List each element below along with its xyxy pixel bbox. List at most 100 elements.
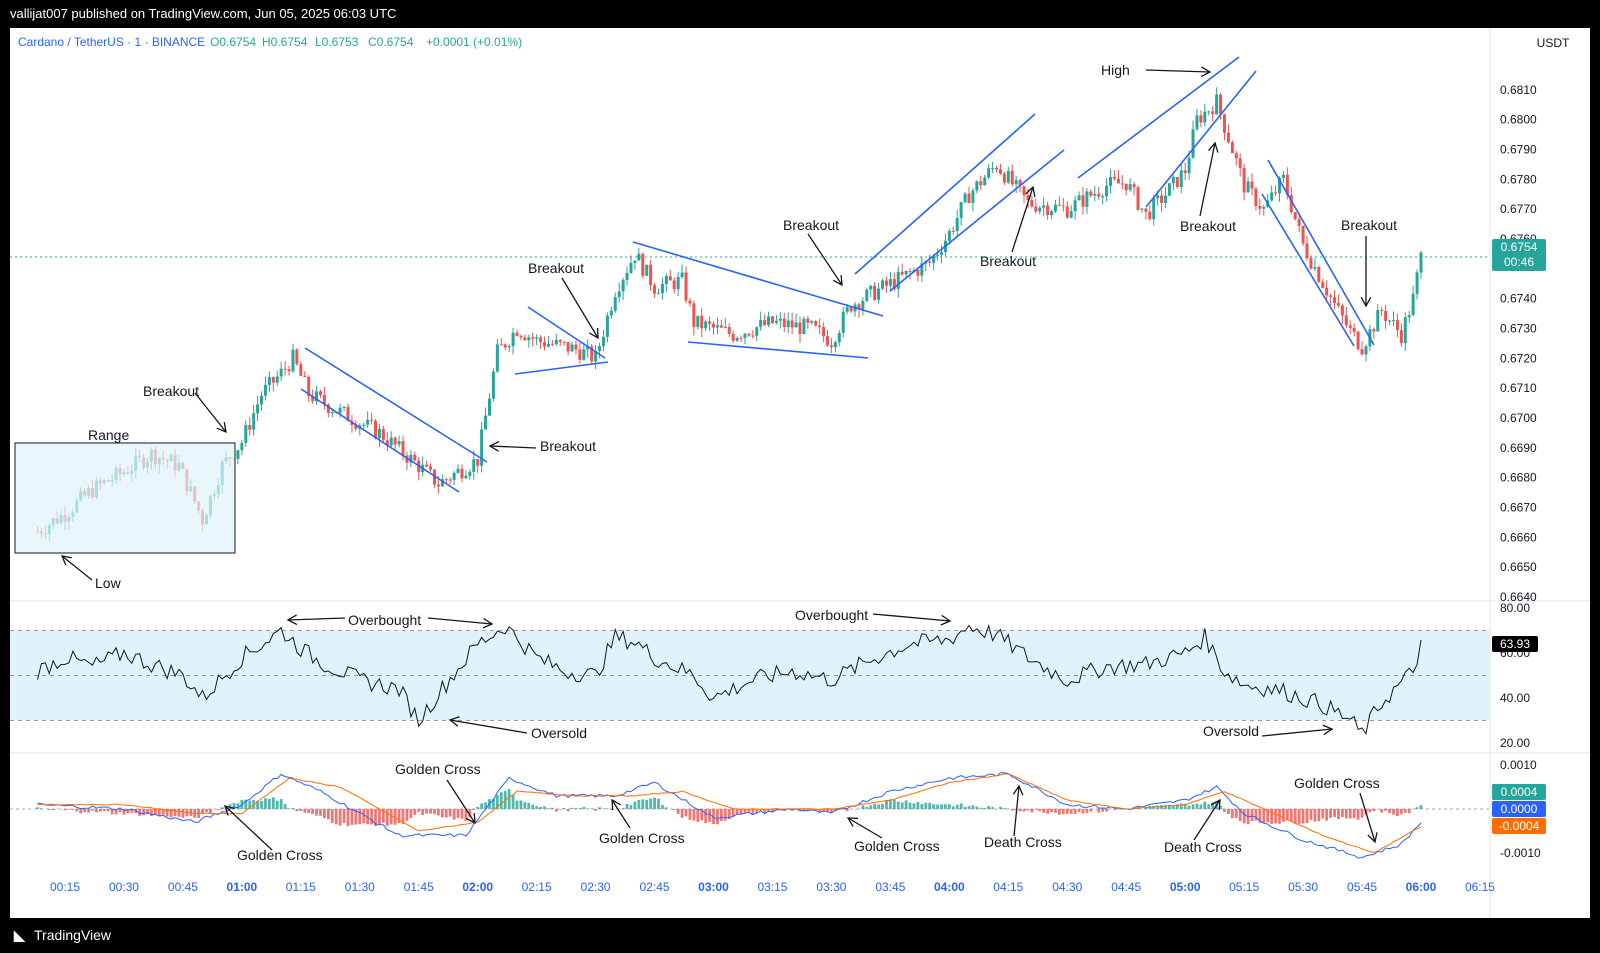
candle-body bbox=[295, 349, 299, 365]
candle-body bbox=[460, 468, 464, 479]
candle-body bbox=[1144, 208, 1148, 212]
macd-histogram-bar bbox=[566, 809, 570, 812]
candle-body bbox=[299, 364, 303, 376]
candle-body bbox=[287, 369, 291, 372]
macd-histogram-bar bbox=[1282, 809, 1285, 822]
candle-body bbox=[444, 479, 448, 481]
candle-body bbox=[1238, 158, 1242, 168]
candle-body bbox=[495, 344, 499, 372]
macd-histogram-bar bbox=[1077, 809, 1081, 812]
ohlc-open: O0.6754 bbox=[210, 35, 256, 49]
macd-histogram-bar bbox=[967, 806, 971, 809]
candle-body bbox=[1034, 206, 1038, 212]
macd-histogram-bar bbox=[209, 809, 212, 814]
macd-histogram-bar bbox=[472, 809, 476, 811]
candle-body bbox=[263, 384, 267, 396]
macd-histogram-bar bbox=[417, 809, 421, 812]
macd-histogram-bar bbox=[971, 805, 975, 809]
candle-body bbox=[987, 168, 991, 178]
macd-histogram-bar bbox=[264, 798, 267, 809]
macd-histogram-bar bbox=[1191, 804, 1195, 809]
macd-histogram-bar bbox=[1187, 805, 1191, 809]
macd-histogram-bar bbox=[1199, 804, 1203, 809]
macd-histogram-bar bbox=[405, 809, 409, 821]
macd-histogram-bar bbox=[1309, 809, 1313, 820]
candle-body bbox=[1376, 310, 1380, 332]
candle-body bbox=[582, 349, 586, 360]
candle-body bbox=[1403, 317, 1407, 344]
macd-histogram-bar bbox=[1313, 809, 1317, 822]
candle-body bbox=[1164, 195, 1168, 203]
candle-body bbox=[947, 230, 951, 241]
candle-body bbox=[1258, 206, 1262, 209]
macd-histogram-bar bbox=[1026, 809, 1030, 811]
candle-body bbox=[558, 339, 562, 342]
arrow-breakout-6 bbox=[1199, 142, 1216, 217]
macd-histogram-bar bbox=[279, 799, 283, 809]
candle-body bbox=[1077, 195, 1081, 201]
macd-histogram-bar bbox=[460, 809, 464, 819]
macd-histogram-bar bbox=[1380, 809, 1384, 813]
candle-body bbox=[1081, 195, 1085, 207]
macd-line-label: 0.0000 bbox=[1501, 802, 1538, 816]
time-tick-label: 02:45 bbox=[640, 880, 670, 894]
arrow-oversold-1 bbox=[449, 719, 528, 734]
macd-histogram-bar bbox=[912, 803, 916, 809]
arrow-overbought-2 bbox=[872, 613, 951, 622]
candle-body bbox=[456, 468, 460, 473]
candle-body bbox=[1419, 252, 1423, 273]
time-tick-label: 01:00 bbox=[227, 880, 258, 894]
symbol-label[interactable]: Cardano / TetherUS · 1 · BINANCE bbox=[18, 35, 205, 49]
annotation-breakout-2: Breakout bbox=[540, 438, 596, 454]
macd-histogram-bar bbox=[267, 798, 271, 809]
candle-body bbox=[1246, 181, 1250, 193]
macd-histogram-bar bbox=[515, 800, 519, 809]
macd-histogram-bar bbox=[1340, 809, 1344, 818]
candle-body bbox=[861, 300, 865, 310]
macd-histogram-bar bbox=[735, 809, 739, 815]
macd-histogram-bar bbox=[330, 809, 334, 824]
candle-body bbox=[1050, 211, 1054, 216]
trendline bbox=[1267, 159, 1375, 346]
macd-histogram-bar bbox=[519, 800, 523, 809]
candle-body bbox=[849, 307, 853, 312]
candle-body bbox=[279, 368, 283, 377]
tradingview-logo-icon[interactable]: ◣ bbox=[14, 918, 25, 953]
candle-body bbox=[1399, 330, 1403, 344]
candle-body bbox=[621, 279, 625, 292]
candle-body bbox=[1120, 183, 1124, 185]
price-tick-label: 0.6650 bbox=[1500, 560, 1537, 574]
candle-body bbox=[782, 318, 786, 327]
candle-body bbox=[735, 337, 739, 341]
candle-body bbox=[743, 333, 747, 339]
macd-histogram-bar bbox=[1223, 809, 1226, 812]
candle-body bbox=[1195, 115, 1199, 130]
macd-histogram-bar bbox=[904, 800, 908, 809]
candle-body bbox=[873, 285, 877, 300]
candle-body bbox=[543, 341, 547, 347]
candle-body bbox=[377, 428, 381, 439]
macd-histogram-bar bbox=[40, 808, 43, 809]
macd-histogram-bar bbox=[719, 809, 723, 821]
candle-body bbox=[837, 332, 841, 343]
candle-body bbox=[1140, 208, 1144, 210]
ohlc-high: H0.6754 bbox=[262, 35, 308, 49]
macd-histogram-bar bbox=[275, 800, 279, 809]
macd-histogram-bar bbox=[1034, 809, 1038, 810]
macd-histogram-bar bbox=[1089, 809, 1093, 812]
candle-body bbox=[1211, 111, 1215, 115]
macd-histogram-bar bbox=[908, 802, 912, 809]
annotation-high: High bbox=[1101, 62, 1130, 78]
candle-body bbox=[833, 342, 837, 348]
macd-histogram-bar bbox=[1325, 809, 1329, 821]
macd-histogram-bar bbox=[704, 809, 708, 824]
macd-histogram-bar bbox=[1054, 809, 1057, 813]
macd-histogram-bar bbox=[1384, 809, 1388, 811]
macd-histogram-bar bbox=[1321, 809, 1325, 819]
price-tick-label: 0.6710 bbox=[1500, 381, 1537, 395]
candle-body bbox=[1411, 293, 1415, 316]
macd-histogram-bar bbox=[1058, 809, 1061, 815]
annotation-breakout-1: Breakout bbox=[143, 383, 199, 399]
macd-histogram-bar bbox=[95, 809, 98, 813]
chart-svg[interactable]: 0.68100.68000.67900.67800.67700.67600.67… bbox=[0, 0, 1600, 953]
